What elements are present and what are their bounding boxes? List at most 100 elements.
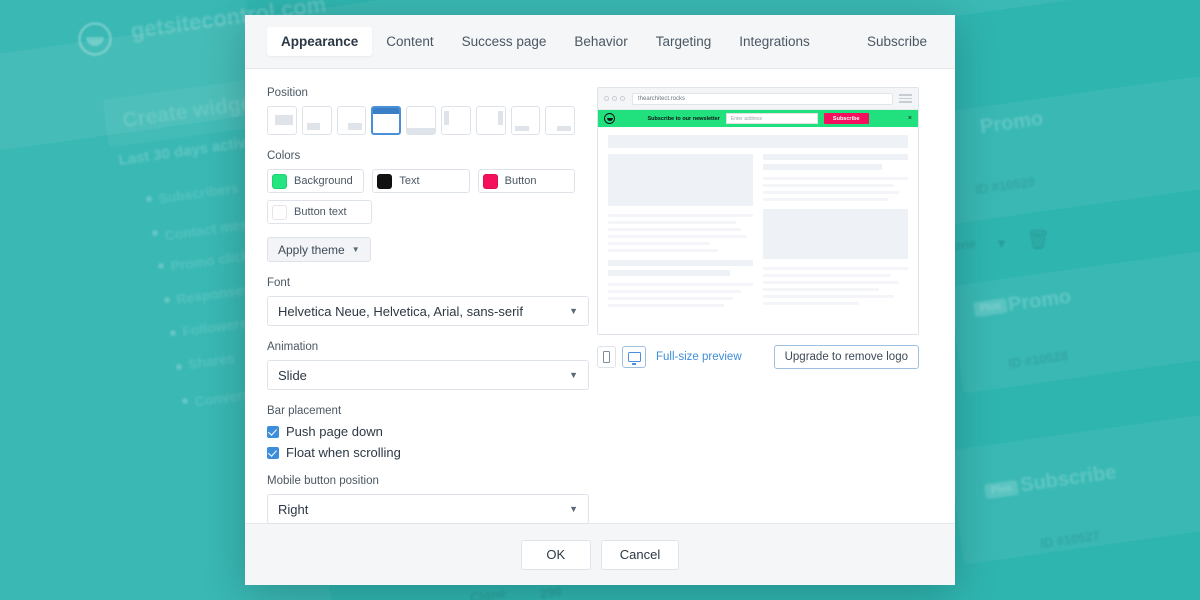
mobile-button-position-section: Mobile button position Right ▼ bbox=[267, 475, 589, 524]
position-options bbox=[267, 106, 576, 135]
window-maximize-dot-icon bbox=[620, 96, 625, 101]
animation-select[interactable]: Slide ▼ bbox=[267, 360, 589, 390]
colors-section: Colors Background Text Button Button tex… bbox=[267, 150, 575, 262]
chevron-down-icon: ▼ bbox=[351, 245, 360, 254]
position-option-right-side[interactable] bbox=[475, 106, 506, 135]
preview-pane: thearchitect.rocks Subscribe to our news… bbox=[597, 69, 955, 523]
ok-button[interactable]: OK bbox=[520, 539, 591, 570]
position-option-left-side[interactable] bbox=[440, 106, 471, 135]
bar-placement-section: Bar placement Push page down Float when … bbox=[267, 405, 575, 460]
color-label-background: Background bbox=[294, 175, 353, 187]
hamburger-menu-icon bbox=[899, 94, 912, 103]
mobile-button-position-select[interactable]: Right ▼ bbox=[267, 494, 589, 524]
placeholder-line bbox=[763, 177, 908, 180]
font-select[interactable]: Helvetica Neue, Helvetica, Arial, sans-s… bbox=[267, 296, 589, 326]
placeholder-line bbox=[608, 228, 742, 231]
color-swatch-background bbox=[272, 173, 287, 189]
appearance-settings-modal: Appearance Content Success page Behavior… bbox=[245, 15, 955, 585]
checkbox-push-page-down[interactable]: Push page down bbox=[267, 424, 575, 439]
placeholder-column-left bbox=[608, 154, 753, 307]
placeholder-line bbox=[763, 288, 879, 291]
color-picker-button-text[interactable]: Button text bbox=[267, 200, 372, 224]
placeholder-columns bbox=[608, 154, 908, 307]
placeholder-line bbox=[763, 184, 894, 187]
bg-bullet-icon bbox=[170, 330, 176, 336]
bg-bullet-icon bbox=[182, 398, 188, 404]
modal-tabbar: Appearance Content Success page Behavior… bbox=[245, 15, 955, 69]
position-option-top-bar[interactable] bbox=[371, 106, 402, 135]
upgrade-to-remove-logo-button[interactable]: Upgrade to remove logo bbox=[773, 345, 919, 369]
placeholder-heading bbox=[763, 154, 908, 160]
preview-browser-chrome: thearchitect.rocks bbox=[598, 88, 918, 110]
tab-targeting[interactable]: Targeting bbox=[642, 27, 726, 56]
placeholder-line bbox=[763, 274, 891, 277]
position-option-top-center-box[interactable] bbox=[267, 106, 297, 135]
desktop-view-button[interactable] bbox=[622, 346, 646, 368]
preview-subscribe-button[interactable]: Subscribe bbox=[823, 113, 869, 124]
bg-trash-icon: 🗑 bbox=[1026, 230, 1051, 251]
placeholder-line bbox=[608, 235, 748, 238]
tab-content[interactable]: Content bbox=[372, 27, 447, 56]
mobile-icon bbox=[603, 351, 610, 363]
placeholder-line bbox=[608, 214, 753, 217]
preview-url-bar: thearchitect.rocks bbox=[632, 92, 893, 105]
preview-toolbar: Full-size preview Upgrade to remove logo bbox=[597, 345, 919, 369]
color-label-button: Button bbox=[504, 175, 537, 187]
color-picker-background[interactable]: Background bbox=[267, 169, 365, 193]
color-swatch-button bbox=[482, 173, 498, 189]
bar-placement-label: Bar placement bbox=[267, 405, 342, 417]
tab-behavior[interactable]: Behavior bbox=[560, 27, 641, 56]
placeholder-line bbox=[608, 297, 733, 300]
bg-logo-icon bbox=[78, 22, 112, 56]
color-swatch-text bbox=[377, 173, 393, 189]
bg-bullet-icon bbox=[152, 230, 158, 236]
bg-bullet-icon bbox=[146, 196, 152, 202]
animation-value: Slide bbox=[278, 367, 307, 383]
color-swatch-button-text bbox=[272, 204, 287, 220]
mobile-view-button[interactable] bbox=[597, 346, 616, 368]
position-label: Position bbox=[267, 87, 308, 99]
apply-theme-label: Apply theme bbox=[278, 242, 345, 257]
position-option-bottom-left-small[interactable] bbox=[510, 106, 541, 135]
apply-theme-button[interactable]: Apply theme ▼ bbox=[267, 237, 371, 262]
settings-pane: Position Colors Background Text Button B… bbox=[245, 69, 597, 524]
placeholder-heading bbox=[763, 164, 882, 170]
preview-close-icon[interactable]: × bbox=[908, 115, 912, 122]
bg-widget-card bbox=[923, 76, 1200, 226]
widget-preview: thearchitect.rocks Subscribe to our news… bbox=[597, 87, 919, 335]
placeholder-line bbox=[763, 191, 900, 194]
placeholder-column-right bbox=[763, 154, 908, 307]
position-section: Position bbox=[267, 87, 576, 135]
preview-widget-bar: Subscribe to our newsletter Enter addres… bbox=[598, 110, 918, 127]
tab-success-page[interactable]: Success page bbox=[448, 27, 561, 56]
placeholder-line bbox=[763, 302, 859, 305]
color-picker-text[interactable]: Text bbox=[372, 169, 470, 193]
colors-row-1: Background Text Button bbox=[267, 169, 575, 193]
placeholder-line bbox=[608, 249, 719, 252]
position-option-bottom-bar[interactable] bbox=[406, 106, 436, 135]
color-picker-button[interactable]: Button bbox=[477, 169, 575, 193]
checkbox-label-push-page-down: Push page down bbox=[286, 424, 383, 439]
placeholder-heading bbox=[608, 260, 753, 266]
colors-label: Colors bbox=[267, 150, 301, 162]
checkbox-icon bbox=[267, 446, 279, 459]
position-option-bottom-center-box[interactable] bbox=[336, 106, 367, 135]
full-size-preview-link[interactable]: Full-size preview bbox=[656, 351, 742, 363]
mobile-button-position-value: Right bbox=[278, 501, 309, 517]
position-option-bottom-left-box[interactable] bbox=[301, 106, 332, 135]
placeholder-line bbox=[763, 267, 908, 270]
preview-email-input[interactable]: Enter address bbox=[725, 113, 818, 124]
placeholder-line bbox=[763, 281, 900, 284]
preview-page-content bbox=[598, 127, 918, 315]
color-label-button-text: Button text bbox=[294, 206, 347, 218]
preview-bar-text: Subscribe to our newsletter bbox=[647, 115, 720, 122]
placeholder-image bbox=[608, 154, 753, 206]
tab-appearance[interactable]: Appearance bbox=[267, 27, 373, 56]
placeholder-line bbox=[608, 283, 753, 286]
chevron-down-icon: ▼ bbox=[569, 370, 578, 380]
tab-integrations[interactable]: Integrations bbox=[725, 27, 824, 56]
color-label-text: Text bbox=[399, 175, 420, 187]
position-option-bottom-right-small[interactable] bbox=[545, 106, 576, 135]
cancel-button[interactable]: Cancel bbox=[600, 539, 680, 570]
checkbox-float-when-scrolling[interactable]: Float when scrolling bbox=[267, 445, 575, 460]
